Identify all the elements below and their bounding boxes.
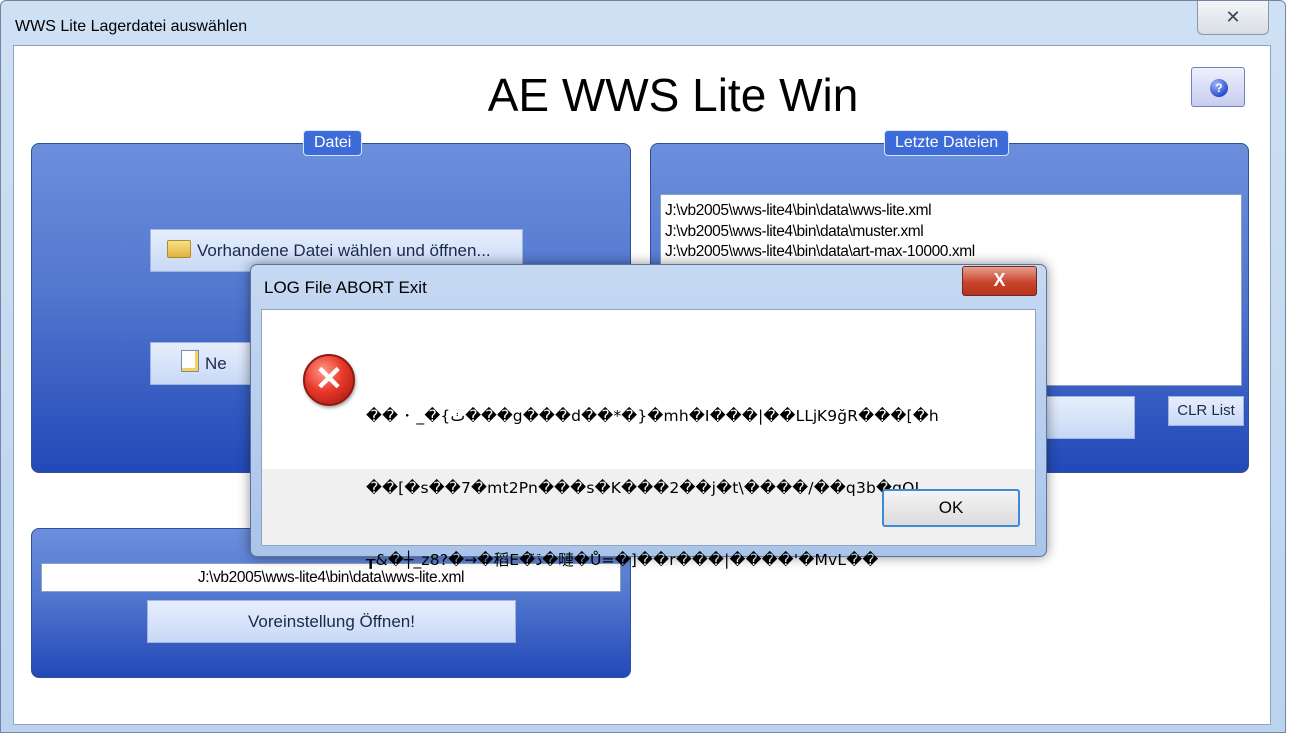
new-file-button[interactable]: Ne bbox=[150, 342, 260, 385]
app-title: AE WWS Lite Win bbox=[487, 69, 859, 121]
window-close-button[interactable]: ✕ bbox=[1197, 1, 1269, 35]
new-file-label: Ne bbox=[205, 354, 227, 373]
message-line: ┰&�┼_z8?�→�稻E�ڏ͂�嗹�Ů=�]��r���|����'�MvL�… bbox=[366, 551, 879, 569]
error-icon: ✕ bbox=[303, 354, 355, 406]
recent-file-item[interactable]: J:\vb2005\wws-lite4\bin\data\wws-lite.xm… bbox=[665, 201, 1241, 222]
dialog-title: LOG File ABORT Exit bbox=[264, 278, 427, 297]
recent-files-label: Letzte Dateien bbox=[884, 130, 1010, 156]
window-title: WWS Lite Lagerdatei auswählen bbox=[15, 18, 248, 35]
dialog-message: �� ･ _�{ٺ���g���d��*�}�mh�I���|��LǈK9ğR�… bbox=[366, 356, 1006, 620]
help-button[interactable]: ? bbox=[1191, 67, 1245, 107]
dialog-message-area: ✕ �� ･ _�{ٺ���g���d��*�}�mh�I���|��LǈK9ğ… bbox=[262, 310, 1035, 569]
dialog-body: ✕ �� ･ _�{ٺ���g���d��*�}�mh�I���|��LǈK9ğ… bbox=[261, 309, 1036, 569]
folder-icon bbox=[167, 240, 191, 258]
ok-label: OK bbox=[938, 498, 964, 517]
dialog-close-button[interactable]: X bbox=[962, 266, 1037, 296]
clr-list-button[interactable]: CLR List bbox=[1168, 396, 1244, 426]
close-icon: ✕ bbox=[1225, 7, 1241, 27]
ok-button[interactable]: OK bbox=[882, 489, 1020, 527]
open-existing-file-label: Vorhandene Datei wählen und öffnen... bbox=[197, 241, 491, 260]
recent-file-item[interactable]: J:\vb2005\wws-lite4\bin\data\art-max-100… bbox=[665, 242, 1241, 263]
error-dialog: LOG File ABORT Exit X ✕ �� ･ _�{ٺ���g���… bbox=[250, 264, 1047, 569]
help-icon: ? bbox=[1210, 79, 1228, 97]
recent-file-item[interactable]: J:\vb2005\wws-lite4\bin\data\muster.xml bbox=[665, 222, 1241, 243]
file-panel-label: Datei bbox=[303, 130, 363, 156]
new-file-icon bbox=[181, 350, 199, 372]
clr-list-label: CLR List bbox=[1177, 402, 1235, 419]
message-line: �� ･ _�{ٺ���g���d��*�}�mh�I���|��LǈK9ğR�… bbox=[366, 407, 939, 425]
close-icon: X bbox=[993, 270, 1006, 290]
